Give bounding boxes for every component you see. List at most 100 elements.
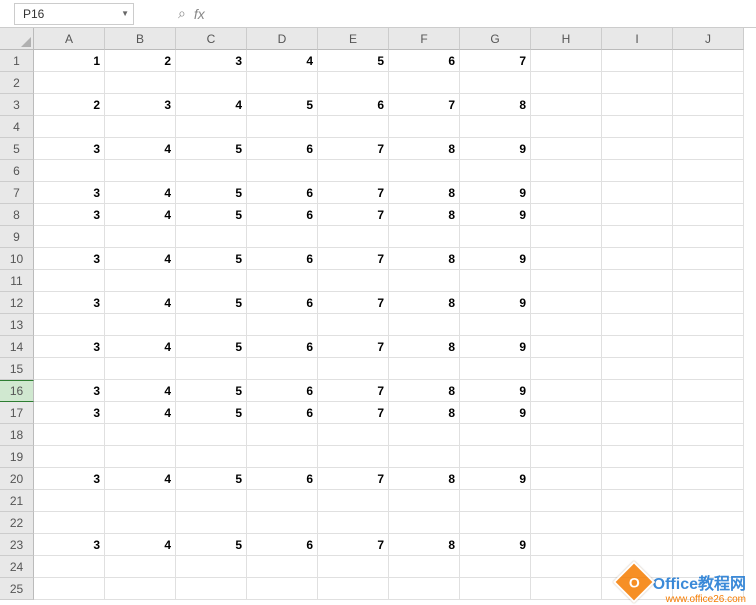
cell[interactable] <box>176 512 247 534</box>
cell[interactable] <box>531 380 602 402</box>
cell[interactable]: 5 <box>176 204 247 226</box>
cell[interactable]: 4 <box>247 50 318 72</box>
row-header[interactable]: 5 <box>0 138 34 160</box>
cell[interactable] <box>602 534 673 556</box>
cell[interactable] <box>673 50 744 72</box>
cell[interactable]: 5 <box>176 402 247 424</box>
cell[interactable]: 8 <box>389 248 460 270</box>
cell[interactable] <box>531 314 602 336</box>
cell[interactable] <box>673 534 744 556</box>
cell[interactable] <box>460 226 531 248</box>
cell[interactable] <box>318 446 389 468</box>
cell[interactable]: 7 <box>318 248 389 270</box>
cell[interactable] <box>176 226 247 248</box>
row-header[interactable]: 13 <box>0 314 34 336</box>
cell[interactable] <box>531 446 602 468</box>
row-header[interactable]: 16 <box>0 380 34 402</box>
cell[interactable] <box>602 138 673 160</box>
cell[interactable]: 3 <box>34 292 105 314</box>
cell[interactable] <box>602 358 673 380</box>
cell[interactable] <box>247 512 318 534</box>
cell[interactable] <box>318 424 389 446</box>
column-header[interactable]: E <box>318 28 389 50</box>
cell[interactable]: 5 <box>176 380 247 402</box>
cell[interactable] <box>531 336 602 358</box>
cell[interactable] <box>105 116 176 138</box>
cell[interactable] <box>602 446 673 468</box>
cell[interactable] <box>531 50 602 72</box>
cell[interactable] <box>105 226 176 248</box>
row-header[interactable]: 15 <box>0 358 34 380</box>
cell[interactable]: 4 <box>105 534 176 556</box>
row-header[interactable]: 14 <box>0 336 34 358</box>
cell[interactable]: 9 <box>460 468 531 490</box>
cell[interactable] <box>673 270 744 292</box>
cell[interactable]: 8 <box>389 138 460 160</box>
cell[interactable]: 6 <box>247 248 318 270</box>
cell[interactable] <box>34 72 105 94</box>
cell[interactable] <box>247 160 318 182</box>
cell[interactable] <box>673 248 744 270</box>
cell[interactable] <box>318 116 389 138</box>
cell[interactable] <box>318 226 389 248</box>
cell[interactable]: 7 <box>318 468 389 490</box>
cell[interactable]: 5 <box>176 248 247 270</box>
cell[interactable]: 7 <box>318 182 389 204</box>
cell[interactable] <box>34 556 105 578</box>
cell[interactable] <box>460 270 531 292</box>
row-header[interactable]: 17 <box>0 402 34 424</box>
cell[interactable]: 6 <box>247 402 318 424</box>
cell[interactable] <box>531 248 602 270</box>
cell[interactable] <box>531 226 602 248</box>
cell[interactable]: 2 <box>34 94 105 116</box>
cell[interactable]: 3 <box>34 402 105 424</box>
cell[interactable] <box>389 160 460 182</box>
cell[interactable] <box>602 160 673 182</box>
cell[interactable] <box>247 72 318 94</box>
cell[interactable] <box>460 116 531 138</box>
cell[interactable] <box>673 380 744 402</box>
cell[interactable] <box>673 512 744 534</box>
cell[interactable]: 7 <box>318 380 389 402</box>
cell[interactable] <box>673 204 744 226</box>
cell[interactable]: 9 <box>460 534 531 556</box>
cell[interactable] <box>460 358 531 380</box>
cell[interactable] <box>673 490 744 512</box>
cell[interactable] <box>247 270 318 292</box>
cell[interactable] <box>673 94 744 116</box>
cell[interactable] <box>673 72 744 94</box>
cell[interactable] <box>531 424 602 446</box>
cell[interactable]: 3 <box>176 50 247 72</box>
cell[interactable] <box>247 424 318 446</box>
row-header[interactable]: 20 <box>0 468 34 490</box>
column-header[interactable]: I <box>602 28 673 50</box>
cell[interactable] <box>105 446 176 468</box>
cell[interactable]: 4 <box>105 336 176 358</box>
row-header[interactable]: 24 <box>0 556 34 578</box>
cell[interactable]: 5 <box>176 336 247 358</box>
cell[interactable] <box>389 116 460 138</box>
cell[interactable]: 5 <box>176 292 247 314</box>
cell[interactable]: 7 <box>318 534 389 556</box>
cell[interactable] <box>531 534 602 556</box>
row-header[interactable]: 18 <box>0 424 34 446</box>
cell[interactable] <box>673 424 744 446</box>
cell[interactable]: 9 <box>460 402 531 424</box>
cell[interactable] <box>34 116 105 138</box>
column-header[interactable]: G <box>460 28 531 50</box>
cell[interactable]: 7 <box>318 204 389 226</box>
cell[interactable] <box>318 358 389 380</box>
name-box[interactable]: P16 ▼ <box>14 3 134 25</box>
cell[interactable] <box>673 116 744 138</box>
cell[interactable]: 4 <box>105 380 176 402</box>
cell[interactable] <box>389 270 460 292</box>
cell[interactable] <box>531 116 602 138</box>
cell[interactable]: 7 <box>460 50 531 72</box>
cell[interactable] <box>389 490 460 512</box>
cell[interactable] <box>389 72 460 94</box>
cell[interactable] <box>460 314 531 336</box>
cell[interactable] <box>318 314 389 336</box>
cell[interactable] <box>531 490 602 512</box>
column-header[interactable]: H <box>531 28 602 50</box>
cell[interactable]: 8 <box>389 468 460 490</box>
